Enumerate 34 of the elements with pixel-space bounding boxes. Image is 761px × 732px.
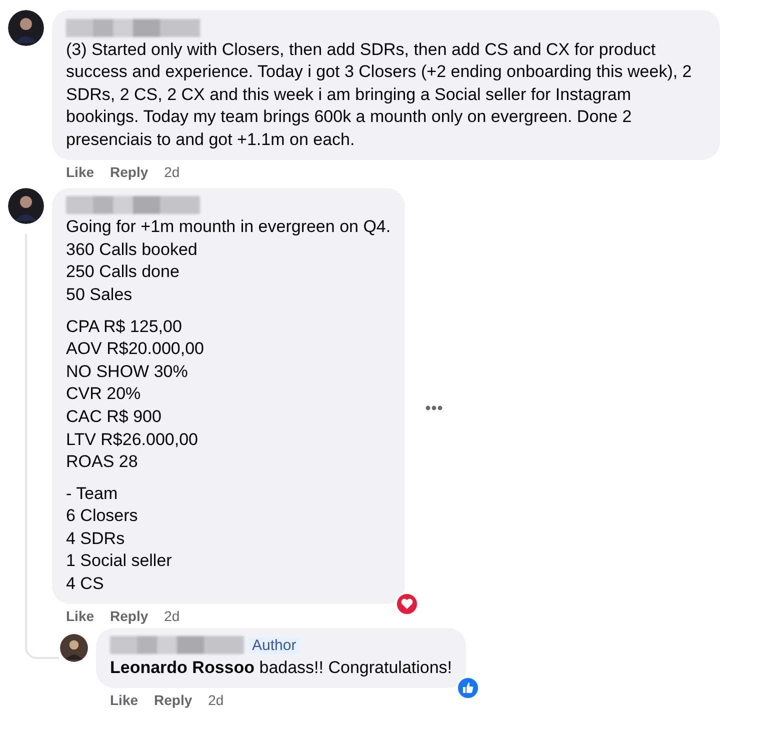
- comment-text: NO SHOW 30%: [66, 360, 189, 383]
- timestamp: 2d: [208, 690, 224, 710]
- like-link[interactable]: Like: [66, 162, 94, 182]
- avatar[interactable]: [8, 188, 44, 224]
- love-reaction-icon: [394, 592, 419, 616]
- comment-text: 250 Calls done: [66, 261, 180, 284]
- author-badge: Author: [248, 636, 300, 654]
- timestamp: 2d: [164, 162, 180, 182]
- comment-text: Going for +1m mounth in evergreen on Q4.: [66, 216, 391, 238]
- reply-link[interactable]: Reply: [110, 162, 148, 182]
- comment-text: 360 Calls booked: [66, 238, 198, 261]
- comment-text: CVR 20%: [66, 383, 142, 406]
- comment-text: CPA R$ 125,00: [66, 316, 183, 338]
- comment-text: AOV R$20.000,00: [66, 338, 205, 360]
- comment-text: 1 Social seller: [66, 550, 173, 572]
- comment-text: LTV R$26.000,00: [66, 428, 199, 450]
- more-options-icon[interactable]: [424, 404, 443, 411]
- like-link[interactable]: Like: [110, 690, 138, 710]
- comment-text: - Team: [66, 482, 119, 505]
- timestamp: 2d: [164, 606, 180, 626]
- comment-text: ROAS 28: [66, 451, 139, 474]
- comment-text: 4 SDRs: [66, 528, 126, 550]
- comment-text: 50 Sales: [66, 284, 134, 306]
- comment-text: 6 Closers: [66, 505, 139, 528]
- like-link[interactable]: Like: [66, 606, 94, 626]
- avatar[interactable]: [60, 634, 88, 662]
- comment-text: Leonardo Rossoo badass!! Congratulations!: [110, 657, 452, 680]
- like-reaction-icon: [456, 676, 480, 700]
- comment-text: CAC R$ 900: [66, 406, 162, 428]
- reply-link[interactable]: Reply: [110, 606, 148, 626]
- reply-link[interactable]: Reply: [154, 690, 192, 710]
- comment-text: (3) Started only with Closers, then add SDRs, then add CS and CX for product success and experience. Today i got 3 Closers (+2 ending onboarding this week), 2 SDRs, 2 CS, 2 CX and this week i am bringing a Social seller for Instagram bookings. Today my team brings 600k a mounth only on evergreen. Done 2 presenciais to and got +1.1m on each.: [66, 38, 693, 151]
- avatar[interactable]: [8, 10, 44, 46]
- comment-text: 4 CS: [66, 573, 105, 596]
